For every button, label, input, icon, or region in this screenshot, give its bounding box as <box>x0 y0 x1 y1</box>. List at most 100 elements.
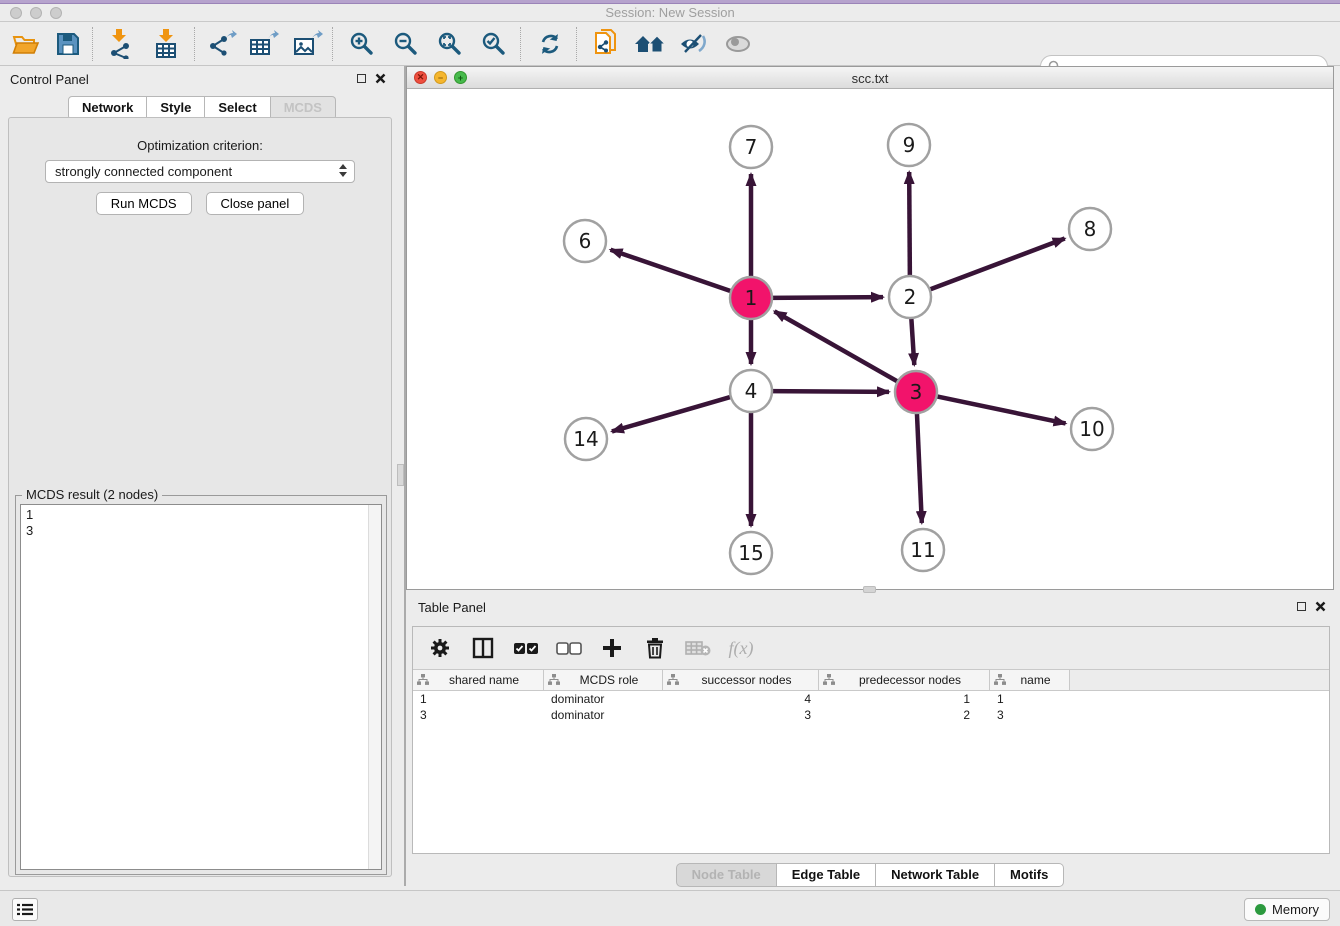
table-cell[interactable]: 4 <box>663 691 819 707</box>
network-window-titlebar[interactable]: ✕ − + scc.txt <box>407 67 1333 89</box>
graph-node-6[interactable]: 6 <box>564 220 606 262</box>
tab-network-table[interactable]: Network Table <box>876 863 995 887</box>
import-table-icon[interactable] <box>148 29 184 59</box>
table-panel-title: Table Panel <box>418 600 486 615</box>
zoom-out-icon[interactable] <box>388 29 424 59</box>
graph-node-7[interactable]: 7 <box>730 126 772 168</box>
refresh-icon[interactable] <box>532 29 568 59</box>
graph-node-10[interactable]: 10 <box>1071 408 1113 450</box>
export-image-icon[interactable] <box>290 29 326 59</box>
graph-edge-3-10[interactable] <box>935 396 1066 424</box>
column-header-successor-nodes[interactable]: successor nodes <box>663 670 819 690</box>
graph-edge-2-8[interactable] <box>928 239 1065 291</box>
run-mcds-button[interactable]: Run MCDS <box>96 192 192 215</box>
graph-edge-3-11[interactable] <box>917 411 922 523</box>
column-attribute-icon <box>994 674 1006 686</box>
task-history-button[interactable] <box>12 898 38 921</box>
table-cell[interactable]: dominator <box>544 707 663 723</box>
graph-edge-4-14[interactable] <box>612 396 733 431</box>
gear-icon[interactable] <box>425 634 455 662</box>
svg-text:8: 8 <box>1084 217 1097 241</box>
table-cell[interactable]: 1 <box>819 691 990 707</box>
graph-edge-2-9[interactable] <box>909 172 910 278</box>
graph-node-15[interactable]: 15 <box>730 532 772 574</box>
main-toolbar <box>0 22 1340 66</box>
window-accent-strip <box>0 0 1340 4</box>
table-row[interactable]: 3dominator323 <box>413 707 1329 723</box>
network-resize-handle[interactable] <box>863 586 876 593</box>
toolbar-separator <box>194 27 195 61</box>
tab-edge-table[interactable]: Edge Table <box>777 863 876 887</box>
zoom-selected-icon[interactable] <box>476 29 512 59</box>
column-header-name[interactable]: name <box>990 670 1070 690</box>
open-folder-icon[interactable] <box>8 29 44 59</box>
vertical-splitter-handle[interactable] <box>397 464 404 486</box>
graph-edge-3-1[interactable] <box>774 311 899 382</box>
table-cell[interactable]: 2 <box>819 707 990 723</box>
status-bar: Memory <box>0 890 1340 926</box>
zoom-fit-icon[interactable] <box>432 29 468 59</box>
graph-edge-1-2[interactable] <box>770 297 883 298</box>
optimization-criterion-label: Optimization criterion: <box>9 138 391 153</box>
table-cell[interactable]: 3 <box>413 707 544 723</box>
graph-node-4[interactable]: 4 <box>730 370 772 412</box>
delete-table-icon <box>683 634 713 662</box>
graph-node-14[interactable]: 14 <box>565 418 607 460</box>
export-table-icon[interactable] <box>246 29 282 59</box>
import-network-icon[interactable] <box>102 29 138 59</box>
svg-text:6: 6 <box>579 229 592 253</box>
float-panel-icon[interactable] <box>357 74 366 83</box>
close-panel-button[interactable]: Close panel <box>206 192 305 215</box>
toolbar-separator <box>92 27 93 61</box>
mcds-panel: Optimization criterion: strongly connect… <box>8 117 392 877</box>
memory-button[interactable]: Memory <box>1244 898 1330 921</box>
result-scrollbar[interactable] <box>368 505 381 869</box>
criterion-value: strongly connected component <box>55 164 232 179</box>
select-all-icon[interactable] <box>511 634 541 662</box>
hide-panels-icon[interactable] <box>676 29 712 59</box>
trash-icon[interactable] <box>640 634 670 662</box>
toolbar-separator <box>520 27 521 61</box>
tab-motifs[interactable]: Motifs <box>995 863 1064 887</box>
criterion-dropdown[interactable]: strongly connected component <box>45 160 355 183</box>
table-row[interactable]: 1dominator411 <box>413 691 1329 707</box>
clone-network-icon[interactable] <box>588 29 624 59</box>
table-cell[interactable]: 3 <box>663 707 819 723</box>
add-icon[interactable] <box>597 634 627 662</box>
graph-node-2[interactable]: 2 <box>889 276 931 318</box>
graph-node-1[interactable]: 1 <box>730 277 772 319</box>
dropdown-stepper-icon <box>339 164 347 177</box>
save-icon[interactable] <box>50 29 86 59</box>
export-network-icon[interactable] <box>204 29 240 59</box>
float-table-panel-icon[interactable] <box>1297 602 1306 611</box>
graph-node-9[interactable]: 9 <box>888 124 930 166</box>
graph-node-3[interactable]: 3 <box>895 371 937 413</box>
table-cell[interactable]: 3 <box>990 707 1070 723</box>
close-panel-icon[interactable] <box>375 73 386 84</box>
table-toolbar: f(x) <box>413 627 1329 669</box>
close-table-panel-icon[interactable] <box>1315 601 1326 612</box>
zoom-in-icon[interactable] <box>344 29 380 59</box>
graph-edge-4-3[interactable] <box>770 391 889 392</box>
table-cell[interactable]: 1 <box>413 691 544 707</box>
tab-node-table[interactable]: Node Table <box>676 863 777 887</box>
graph-edge-2-3[interactable] <box>911 316 914 365</box>
mcds-result-textarea[interactable]: 1 3 <box>20 504 382 870</box>
graph-node-11[interactable]: 11 <box>902 529 944 571</box>
graph-node-8[interactable]: 8 <box>1069 208 1111 250</box>
graph-edge-1-6[interactable] <box>611 250 733 292</box>
svg-text:7: 7 <box>745 135 758 159</box>
network-canvas[interactable]: 7 9 6 8 1 2 4 3 14 10 15 11 <box>407 89 1333 589</box>
mcds-result-text: 1 3 <box>26 507 363 539</box>
home-icon[interactable] <box>632 29 668 59</box>
function-icon: f(x) <box>726 634 756 662</box>
split-view-icon[interactable] <box>468 634 498 662</box>
table-cell[interactable]: dominator <box>544 691 663 707</box>
table-cell[interactable]: 1 <box>990 691 1070 707</box>
deselect-all-icon[interactable] <box>554 634 584 662</box>
column-header-predecessor-nodes[interactable]: predecessor nodes <box>819 670 990 690</box>
network-window-title: scc.txt <box>407 71 1333 86</box>
mcds-result-title: MCDS result (2 nodes) <box>22 487 162 502</box>
column-header-shared-name[interactable]: shared name <box>413 670 544 690</box>
column-header-MCDS-role[interactable]: MCDS role <box>544 670 663 690</box>
